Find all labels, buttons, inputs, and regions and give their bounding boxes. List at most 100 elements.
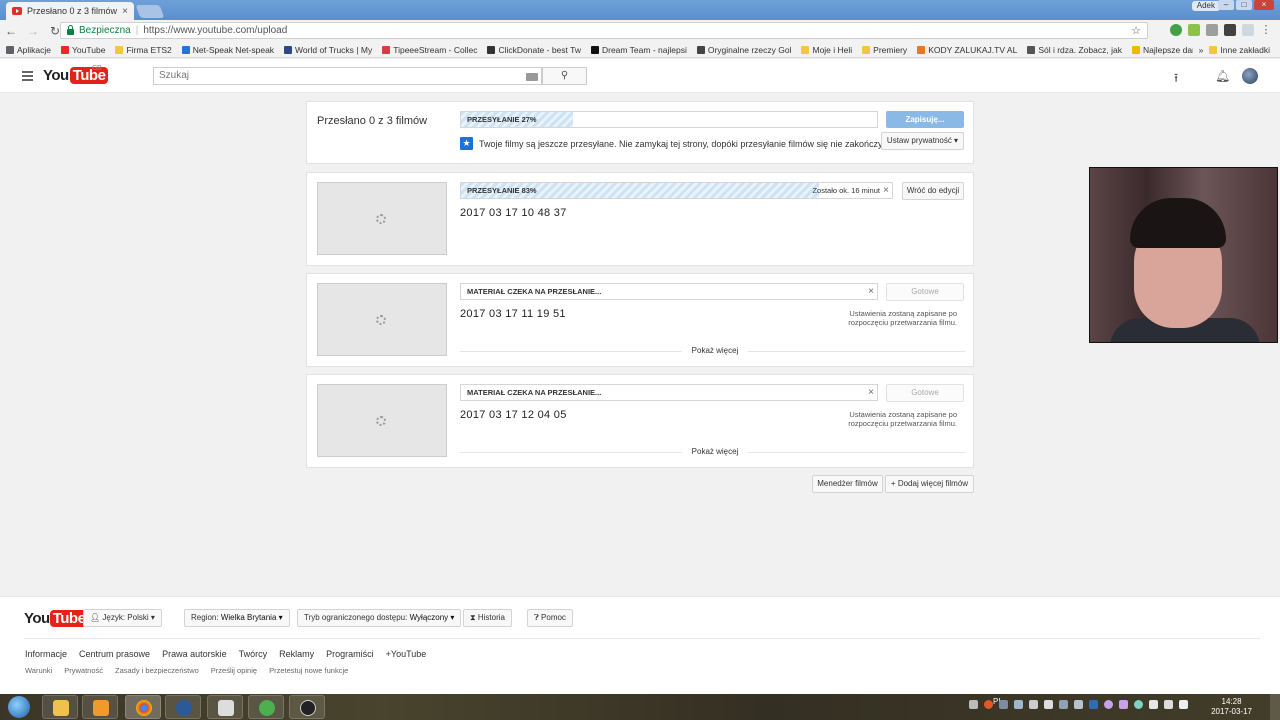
window-close-icon[interactable]: ×: [1254, 0, 1274, 10]
obs-app[interactable]: [289, 695, 325, 719]
tray-icon[interactable]: [984, 700, 993, 709]
extension-gray-icon[interactable]: [1206, 24, 1218, 36]
save-button[interactable]: Zapisuję...: [886, 111, 964, 128]
bookmark-label: Sól i rdza. Zobacz, jak: [1038, 44, 1122, 55]
history-button[interactable]: ⧗ Historia: [463, 609, 512, 627]
bookmark-item[interactable]: Premiery: [862, 45, 907, 55]
volume-icon[interactable]: [1179, 700, 1188, 709]
cancel-upload-icon[interactable]: ×: [868, 387, 874, 398]
restricted-mode-button[interactable]: Tryb ograniczonego dostępu: Wyłączony ▾: [297, 609, 462, 627]
bookmark-item[interactable]: ClickDonate - best Tw: [487, 45, 581, 55]
search-input[interactable]: Szukaj: [153, 67, 542, 85]
tray-icon[interactable]: [1059, 700, 1068, 709]
footer-link[interactable]: Prywatność: [64, 666, 103, 675]
privacy-dropdown[interactable]: Ustaw prywatność ▾: [881, 132, 964, 150]
footer-link[interactable]: Przetestuj nowe funkcje: [269, 666, 348, 675]
show-desktop-button[interactable]: [1270, 694, 1280, 720]
done-button[interactable]: Gotowe: [886, 384, 964, 402]
network-icon[interactable]: [1164, 700, 1173, 709]
settings-note: Ustawienia zostaną zapisane po rozpoczęc…: [848, 309, 957, 327]
bookmark-item[interactable]: YouTube: [61, 45, 105, 55]
clock[interactable]: 14:28 2017-03-17: [1211, 697, 1252, 717]
cancel-upload-icon[interactable]: ×: [868, 286, 874, 297]
show-more-link[interactable]: Pokaż więcej: [690, 447, 740, 456]
tray-icon[interactable]: [1134, 700, 1143, 709]
extension-dark-icon[interactable]: [1224, 24, 1236, 36]
bookmarks-more-icon[interactable]: »: [1199, 45, 1204, 55]
green-app[interactable]: [248, 695, 284, 719]
youtube-logo[interactable]: You Tube GB: [43, 65, 109, 84]
steam-icon[interactable]: [1089, 700, 1098, 709]
extension-download-icon[interactable]: [1188, 24, 1200, 36]
media-player-app[interactable]: [82, 695, 118, 719]
profile-badge[interactable]: Adek: [1191, 1, 1220, 11]
footer-link[interactable]: Zasady i bezpieczeństwo: [115, 666, 199, 675]
footer-link[interactable]: Informacje: [25, 649, 67, 659]
bookmark-item[interactable]: TipeeeStream - Collec: [382, 45, 477, 55]
explorer-app[interactable]: [42, 695, 78, 719]
summary-title: Przesłano 0 z 3 filmów: [317, 115, 428, 127]
bookmark-item[interactable]: Dream Team - najlepsi: [590, 45, 687, 55]
footer-link[interactable]: +YouTube: [386, 649, 427, 659]
back-to-edit-button[interactable]: Wróć do edycji: [902, 182, 964, 200]
footer-link[interactable]: Twórcy: [239, 649, 268, 659]
flag-icon[interactable]: [1149, 700, 1158, 709]
footer-link[interactable]: Prawa autorskie: [162, 649, 227, 659]
maximize-icon[interactable]: □: [1236, 0, 1252, 10]
add-more-videos-button[interactable]: + Dodaj więcej filmów: [885, 475, 974, 493]
avatar[interactable]: [1242, 68, 1258, 84]
search-button[interactable]: ⚲: [542, 67, 587, 85]
done-button[interactable]: Gotowe: [886, 283, 964, 301]
tray-icon[interactable]: [969, 700, 978, 709]
help-button[interactable]: ❓︎ Pomoc: [527, 609, 573, 627]
bookmark-item[interactable]: Sól i rdza. Zobacz, jak: [1027, 45, 1122, 55]
show-more-link[interactable]: Pokaż więcej: [690, 346, 740, 355]
other-bookmarks-label: Inne zakładki: [1220, 45, 1270, 55]
tray-icon[interactable]: [1119, 700, 1128, 709]
camera-app[interactable]: [207, 695, 243, 719]
bookmark-item[interactable]: Net-Speak Net-speak: [181, 45, 274, 55]
tray-icon[interactable]: [1029, 700, 1038, 709]
minimize-icon[interactable]: –: [1218, 0, 1234, 10]
tray-icon[interactable]: [1104, 700, 1113, 709]
extension-green-icon[interactable]: [1170, 24, 1182, 36]
teamspeak-app[interactable]: [165, 695, 201, 719]
footer-link[interactable]: Programiści: [326, 649, 374, 659]
hamburger-menu-icon[interactable]: [22, 71, 33, 83]
new-tab-button[interactable]: [135, 5, 165, 18]
bookmark-item[interactable]: Aplikacje: [6, 45, 51, 55]
upload-icon[interactable]: ⭱: [1174, 69, 1178, 90]
start-button[interactable]: [8, 696, 30, 718]
bookmark-item[interactable]: Firma ETS2: [115, 45, 172, 55]
notifications-bell-icon[interactable]: 🔔︎: [1215, 69, 1230, 83]
menu-dots-icon[interactable]: ⋮: [1260, 24, 1272, 36]
other-bookmarks-folder[interactable]: Inne zakładki: [1209, 45, 1270, 55]
language-button[interactable]: 👤︎ Język: Polski ▾: [83, 609, 162, 627]
tray-icon[interactable]: [1074, 700, 1083, 709]
region-button[interactable]: Region: Wielka Brytania ▾: [184, 609, 290, 627]
back-arrow-icon[interactable]: ←: [4, 24, 18, 38]
forward-arrow-icon[interactable]: →: [26, 24, 40, 38]
bookmark-item[interactable]: Moje i Heli: [801, 45, 852, 55]
footer-link[interactable]: Reklamy: [279, 649, 314, 659]
address-bar[interactable]: Bezpieczna | https://www.youtube.com/upl…: [60, 22, 1148, 39]
footer-link[interactable]: Prześlij opinię: [211, 666, 257, 675]
tab-close-icon[interactable]: ×: [122, 6, 128, 17]
bookmark-star-icon[interactable]: ☆: [1131, 24, 1141, 37]
extension-light-icon[interactable]: [1242, 24, 1254, 36]
footer-link[interactable]: Warunki: [25, 666, 52, 675]
footer-link[interactable]: Centrum prasowe: [79, 649, 150, 659]
browser-tab[interactable]: Przesłano 0 z 3 filmów - ×: [6, 2, 134, 20]
bookmark-item[interactable]: KODY ZALUKAJ.TV AL: [917, 45, 1017, 55]
keyboard-icon[interactable]: [526, 73, 538, 81]
video-manager-button[interactable]: Menedżer filmów: [812, 475, 883, 493]
bookmark-item[interactable]: World of Trucks | My: [284, 45, 372, 55]
settings-note: Ustawienia zostaną zapisane po rozpoczęc…: [848, 410, 957, 428]
bookmark-item[interactable]: Oryginalne rzeczy Gol: [696, 45, 791, 55]
tray-icon[interactable]: [1014, 700, 1023, 709]
tray-icon[interactable]: [1044, 700, 1053, 709]
cancel-upload-icon[interactable]: ×: [883, 185, 889, 196]
footer-logo[interactable]: You Tube: [24, 610, 89, 627]
tray-icon[interactable]: [999, 700, 1008, 709]
chrome-app[interactable]: [125, 695, 161, 719]
